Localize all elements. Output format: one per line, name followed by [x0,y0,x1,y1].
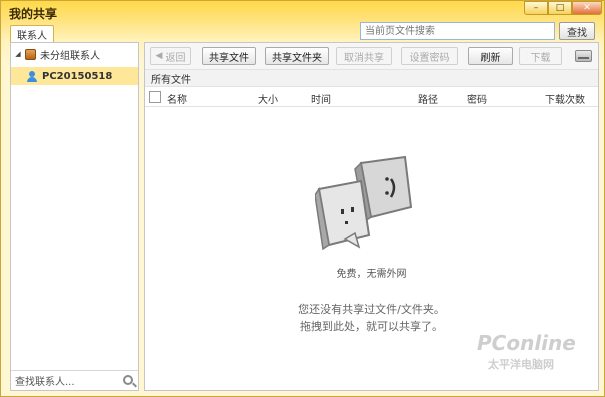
shared-files-window: 我的共享 – □ ✕ 查找 联系人 ◢ 未分组联系人 PC20150518 查找… [0,0,605,397]
empty-state-title: 免费，无需外网 [336,269,407,280]
search-button[interactable]: 查找 [559,22,595,40]
contact-group-ungrouped[interactable]: ◢ 未分组联系人 [11,46,138,62]
back-label: 返回 [165,52,186,64]
select-all-checkbox[interactable] [149,91,161,103]
set-password-button[interactable]: 设置密码 [401,47,458,65]
minimize-button[interactable]: – [524,1,548,15]
breadcrumb: 所有文件 [145,69,598,87]
contacts-sidebar: ◢ 未分组联系人 PC20150518 查找联系人... [10,42,139,391]
back-button[interactable]: ◀ 返回 [150,47,191,65]
title-bar: 我的共享 – □ ✕ [1,1,604,23]
share-folder-button[interactable]: 共享文件夹 [265,47,329,65]
contact-search-box[interactable]: 查找联系人... [11,370,138,390]
contact-item-pc20150518[interactable]: PC20150518 [11,67,138,85]
share-file-button[interactable]: 共享文件 [202,47,256,65]
column-path[interactable]: 路径 [418,91,438,106]
column-size[interactable]: 大小 [258,91,278,106]
contact-label: PC20150518 [42,70,113,82]
maximize-button[interactable]: □ [548,1,572,15]
speech-bubbles-icon [314,155,413,251]
empty-state-message-1: 您还没有共享过文件/文件夹。 [298,303,445,316]
refresh-button[interactable]: 刷新 [468,47,513,65]
group-label: 未分组联系人 [40,50,100,62]
person-icon [27,70,37,82]
file-search-input[interactable] [360,22,555,40]
tab-contacts[interactable]: 联系人 [10,25,54,43]
back-arrow-icon: ◀ [155,51,163,61]
expand-arrow-icon[interactable]: ◢ [11,50,25,58]
download-button[interactable]: 下载 [519,47,562,65]
cancel-share-button[interactable]: 取消共享 [336,47,392,65]
file-toolbar: ◀ 返回 共享文件 共享文件夹 取消共享 设置密码 刷新 下载 [145,43,598,69]
column-download-count[interactable]: 下载次数 [545,91,585,106]
table-header: 名称 大小 时间 路径 密码 下载次数 [145,87,598,107]
drive-icon[interactable] [575,50,592,62]
window-title: 我的共享 [9,7,58,21]
watermark-subtitle: 太平洋电脑网 [488,358,554,371]
contact-group-icon [25,48,36,60]
column-name[interactable]: 名称 [167,91,187,106]
watermark-logo: PConline [477,331,576,355]
column-password[interactable]: 密码 [467,91,487,106]
contact-search-placeholder: 查找联系人... [15,377,75,388]
close-button[interactable]: ✕ [572,1,602,15]
search-icon[interactable] [123,375,133,385]
empty-state-illustration [314,155,415,258]
column-time[interactable]: 时间 [311,91,331,106]
